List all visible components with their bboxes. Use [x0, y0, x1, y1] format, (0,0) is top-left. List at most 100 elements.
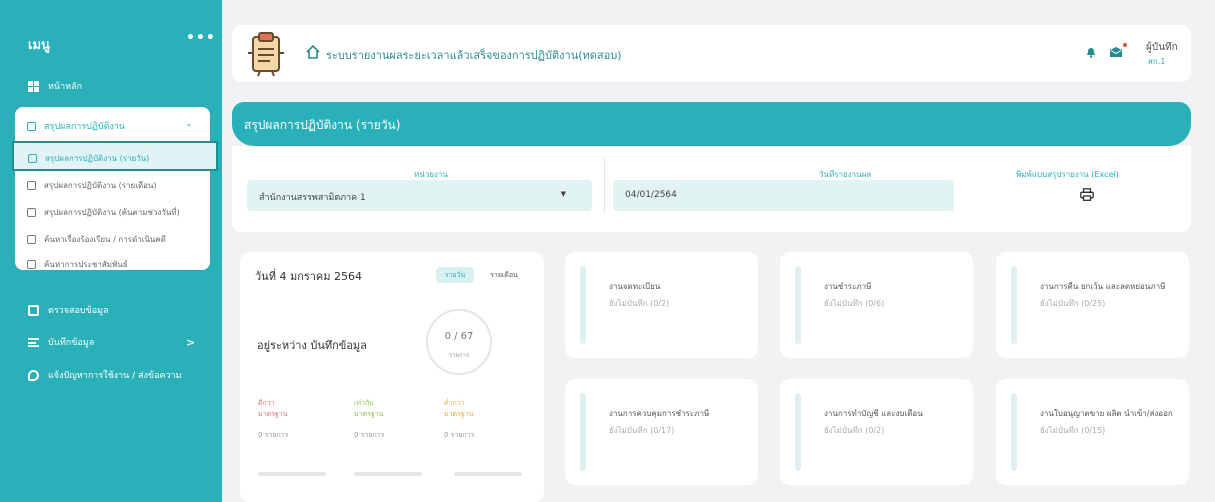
task-status: ยังไม่บันทึก (0/2) — [609, 299, 670, 308]
chevron-down-icon[interactable]: ⌄ — [185, 119, 193, 129]
clipboard-logo-icon — [248, 32, 284, 77]
divider — [604, 158, 605, 214]
more-options-button[interactable]: ••• — [186, 30, 216, 46]
calendar-icon — [27, 121, 36, 131]
task-card[interactable]: งานการคืน ยกเว้น และลดหย่อนภาษี ยังไม่บั… — [996, 252, 1189, 358]
unit-select[interactable]: สำนักงานสรรพสามิตภาค 1 ▼ — [247, 180, 592, 211]
sidebar-submenu-panel: สรุปผลการปฏิบัติงาน ⌄ สรุปผลการปฏิบัติงา… — [15, 107, 210, 270]
summary-status: อยู่ระหว่าง บันทึกข้อมูล — [257, 339, 367, 352]
sidebar-item-report-issue[interactable]: แจ้งปัญหาการใช้งาน / ส่งข้อความ — [28, 368, 182, 382]
stat-label: ดีกว่า — [258, 399, 275, 407]
task-card[interactable]: งานชำระภาษี ยังไม่บันทึก (0/6) — [780, 252, 973, 358]
sidebar-item-daily[interactable]: สรุปผลการปฏิบัติงาน (รายวัน) — [28, 152, 149, 165]
stat-bar — [258, 472, 326, 476]
notification-dot — [1123, 43, 1127, 47]
chat-icon — [28, 369, 39, 381]
tab-daily[interactable]: รายวัน — [436, 267, 474, 283]
stat-bar — [354, 472, 422, 476]
user-role: สก.1 — [1148, 57, 1166, 66]
bell-icon[interactable] — [1086, 47, 1096, 58]
stat-count: 0 รายการ — [444, 431, 475, 439]
task-accent-bar — [795, 393, 801, 471]
task-accent-bar — [580, 266, 586, 344]
stat-count: 0 รายการ — [354, 431, 385, 439]
task-status: ยังไม่บันทึก (0/6) — [824, 299, 885, 308]
progress-ring: 0 / 67 รายการ — [426, 309, 492, 375]
sidebar-item-label: สรุปผลการปฏิบัติงาน (รายวัน) — [45, 154, 150, 163]
sidebar-item-data-review[interactable]: ตรวจสอบข้อมูล — [28, 303, 109, 317]
task-title: งานการคืน ยกเว้น และลดหย่อนภาษี — [1040, 282, 1166, 291]
stat-label: ต่ำกว่า — [444, 399, 465, 407]
sidebar-item-label: ตรวจสอบข้อมูล — [48, 306, 109, 316]
chevron-right-icon[interactable]: > — [186, 336, 195, 349]
date-input-value: 04/01/2564 — [625, 190, 677, 200]
list-icon — [28, 337, 39, 347]
table-icon — [28, 304, 39, 316]
stat-count: 0 รายการ — [258, 431, 289, 439]
filter-panel: หน่วยงาน สำนักงานสรรพสามิตภาค 1 ▼ วันที่… — [232, 146, 1191, 232]
sidebar-item-monthly[interactable]: สรุปผลการปฏิบัติงาน (รายเดือน) — [27, 179, 157, 192]
page-header: สรุปผลการปฏิบัติงาน (รายวัน) — [232, 102, 1191, 146]
home-icon[interactable] — [305, 44, 321, 60]
printer-icon[interactable] — [1080, 188, 1094, 201]
task-accent-bar — [580, 393, 586, 471]
sidebar-group-summary[interactable]: สรุปผลการปฏิบัติงาน — [27, 119, 125, 133]
print-label: พิมพ์แบบสรุปรายงาน (Excel) — [1016, 170, 1119, 179]
stat-below: ต่ำกว่า มาตรฐาน 0 รายการ — [444, 398, 524, 441]
sidebar-item-label: ค้นหาการประชาสัมพันธ์ — [44, 260, 128, 269]
sidebar-item-label: บันทึกข้อมูล — [48, 338, 95, 348]
task-card[interactable]: งานการทำบัญชี และงบเดือน ยังไม่บันทึก (0… — [780, 379, 973, 485]
sidebar-item-home[interactable]: หน้าหลัก — [28, 79, 82, 93]
mail-icon[interactable] — [1110, 47, 1122, 57]
menu-title: เมนู — [28, 38, 50, 53]
stat-label: มาตรฐาน — [444, 410, 474, 418]
stat-label: มาตรฐาน — [354, 410, 384, 418]
stat-label: มาตรฐาน — [258, 410, 288, 418]
unit-select-value: สำนักงานสรรพสามิตภาค 1 — [259, 193, 366, 203]
task-title-block: งานจดทะเบียน ยังไม่บันทึก (0/2) — [609, 278, 749, 312]
document-icon — [27, 208, 36, 217]
sidebar-item-pr[interactable]: ค้นหาการประชาสัมพันธ์ — [27, 258, 128, 271]
top-bar: ระบบรายงานผลระยะเวลาแล้วเสร็จของการปฏิบั… — [232, 25, 1191, 82]
sidebar-item-record[interactable]: บันทึกข้อมูล — [28, 335, 94, 349]
sidebar: เมนู ••• หน้าหลัก สรุปผลการปฏิบัติงาน ⌄ … — [0, 0, 222, 502]
tab-monthly[interactable]: รายเดือน — [482, 267, 526, 283]
task-status: ยังไม่บันทึก (0/17) — [609, 426, 675, 435]
stat-better: ดีกว่า มาตรฐาน 0 รายการ — [258, 398, 338, 441]
task-status: ยังไม่บันทึก (0/25) — [1040, 299, 1106, 308]
megaphone-icon — [27, 260, 36, 269]
sidebar-group-label: สรุปผลการปฏิบัติงาน — [44, 122, 126, 132]
task-title-block: งานการคืน ยกเว้น และลดหย่อนภาษี ยังไม่บั… — [1040, 278, 1180, 312]
task-card[interactable]: งานจดทะเบียน ยังไม่บันทึก (0/2) — [565, 252, 758, 358]
sidebar-item-label: แจ้งปัญหาการใช้งาน / ส่งข้อความ — [48, 371, 182, 381]
stat-equal: เท่ากับ มาตรฐาน 0 รายการ — [354, 398, 434, 441]
task-title: งานใบอนุญาตขาย ผลิต นำเข้า/ส่งออก — [1040, 409, 1173, 418]
task-card[interactable]: งานใบอนุญาตขาย ผลิต นำเข้า/ส่งออก ยังไม่… — [996, 379, 1189, 485]
user-name[interactable]: ผู้บันทึก — [1146, 40, 1178, 55]
page-title: สรุปผลการปฏิบัติงาน (รายวัน) — [244, 118, 401, 132]
sidebar-item-daterange[interactable]: สรุปผลการปฏิบัติงาน (ค้นตามช่วงวันที่) — [27, 206, 180, 219]
date-input[interactable]: 04/01/2564 — [613, 180, 954, 211]
progress-unit: รายการ — [448, 352, 470, 359]
gavel-icon — [27, 235, 36, 244]
stat-bar — [454, 472, 522, 476]
task-accent-bar — [1011, 266, 1017, 344]
task-title-block: งานใบอนุญาตขาย ผลิต นำเข้า/ส่งออก ยังไม่… — [1040, 405, 1180, 439]
daily-summary-card: วันที่ 4 มกราคม 2564 รายวัน รายเดือน อยู… — [240, 252, 544, 502]
task-card[interactable]: งานการควบคุมการชำระภาษี ยังไม่บันทึก (0/… — [565, 379, 758, 485]
app-title: ระบบรายงานผลระยะเวลาแล้วเสร็จของการปฏิบั… — [326, 49, 622, 62]
task-title: งานจดทะเบียน — [609, 282, 661, 291]
stat-label: เท่ากับ — [354, 399, 374, 407]
task-status: ยังไม่บันทึก (0/15) — [1040, 426, 1106, 435]
summary-date: วันที่ 4 มกราคม 2564 — [255, 270, 363, 283]
sidebar-item-daily-active[interactable]: สรุปผลการปฏิบัติงาน (รายวัน) — [12, 141, 218, 171]
sidebar-item-complaints[interactable]: ค้นหาเรื่องร้องเรียน / การดำเนินคดี — [27, 233, 166, 246]
sidebar-item-label: สรุปผลการปฏิบัติงาน (รายเดือน) — [44, 181, 157, 190]
calendar-icon — [27, 181, 36, 190]
task-title-block: งานการทำบัญชี และงบเดือน ยังไม่บันทึก (0… — [824, 405, 964, 439]
caret-down-icon: ▼ — [560, 190, 566, 198]
progress-value: 0 / 67 — [444, 331, 474, 342]
dashboard-icon — [28, 80, 39, 92]
task-title-block: งานชำระภาษี ยังไม่บันทึก (0/6) — [824, 278, 964, 312]
sidebar-item-label: หน้าหลัก — [48, 82, 83, 92]
